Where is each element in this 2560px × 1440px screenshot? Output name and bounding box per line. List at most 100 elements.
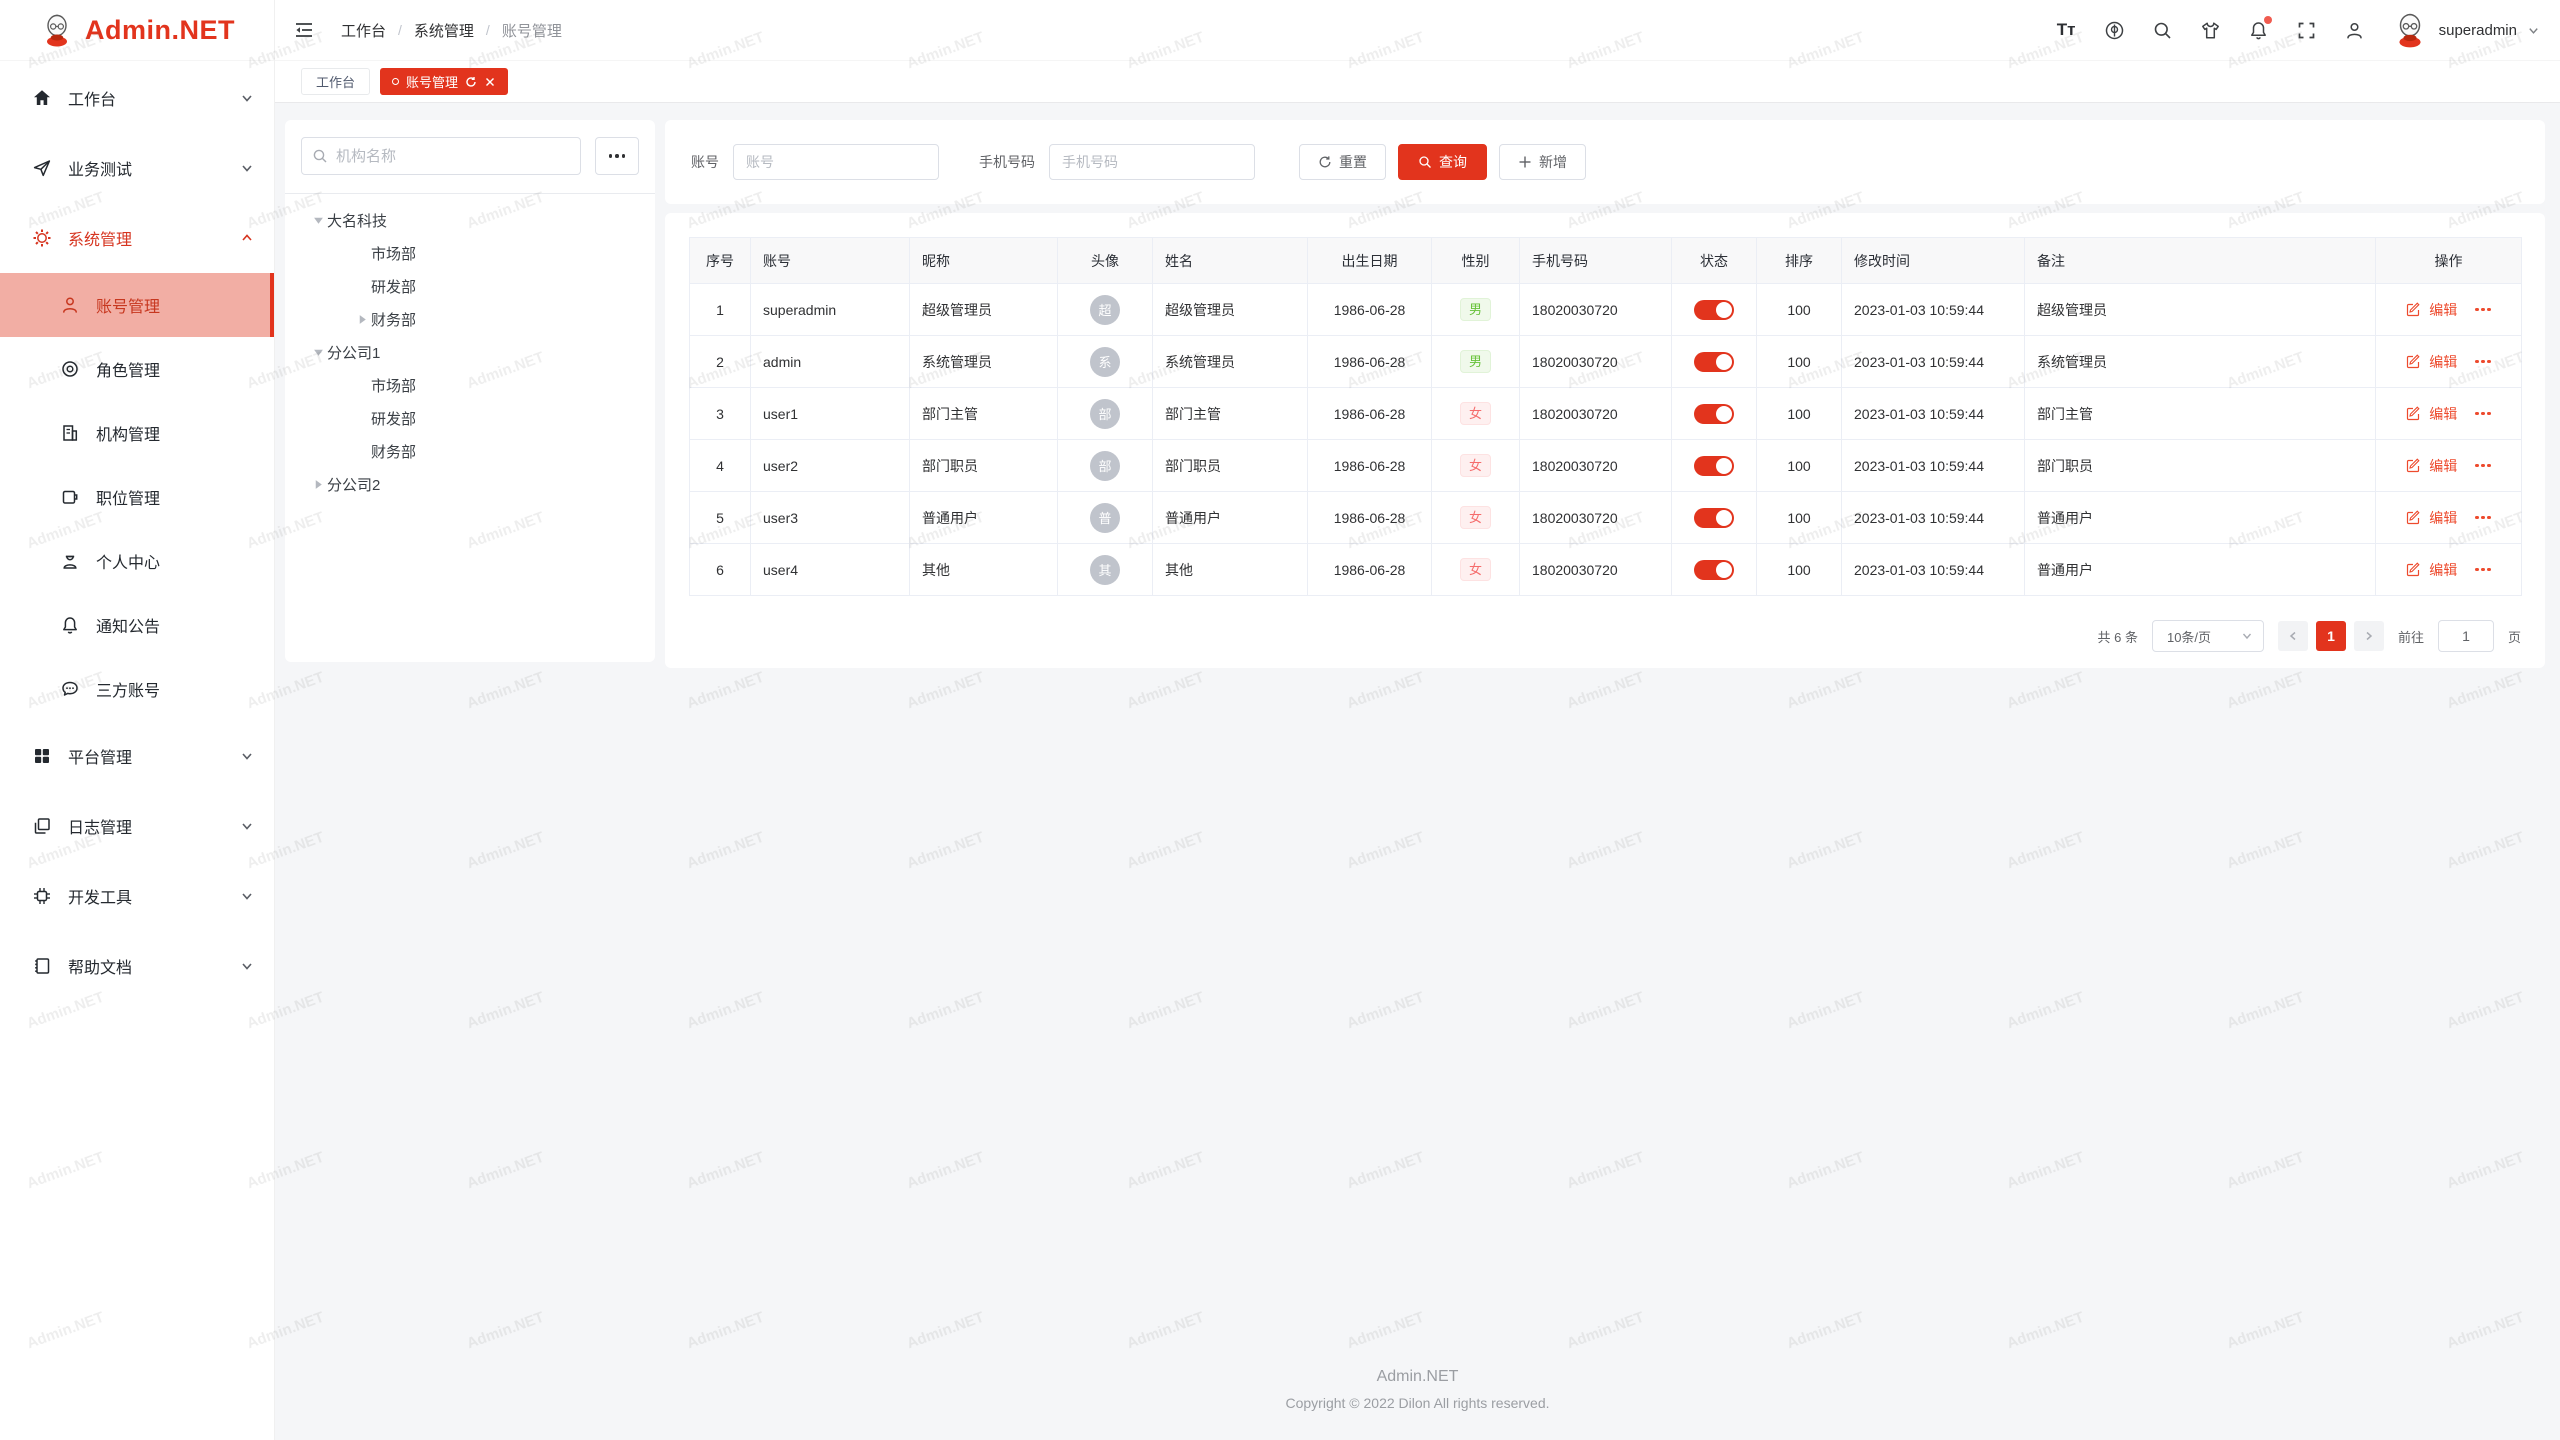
more-actions-icon[interactable]	[2475, 412, 2491, 416]
sidebar-item-third-party[interactable]: 三方账号	[0, 657, 274, 721]
more-actions-icon[interactable]	[2475, 568, 2491, 572]
col-header-remark: 备注	[2025, 238, 2376, 284]
sidebar-item-dev-tools[interactable]: 开发工具	[0, 861, 274, 931]
more-actions-icon[interactable]	[2475, 360, 2491, 364]
brand-logo[interactable]: Admin.NET	[0, 0, 274, 61]
table-row[interactable]: 6 user4 其他 其 其他 1986-06-28 女 18020030720…	[690, 544, 2522, 596]
cell-no: 1	[690, 284, 751, 336]
more-actions-icon[interactable]	[2475, 464, 2491, 468]
table-row[interactable]: 2 admin 系统管理员 系 系统管理员 1986-06-28 男 18020…	[690, 336, 2522, 388]
table-row[interactable]: 3 user1 部门主管 部 部门主管 1986-06-28 女 1802003…	[690, 388, 2522, 440]
font-size-icon[interactable]: Tт	[2056, 20, 2077, 41]
avatar-badge: 超	[1090, 295, 1120, 325]
cell-sort: 100	[1757, 440, 1842, 492]
tree-more-button[interactable]	[595, 137, 639, 175]
cell-modified: 2023-01-03 10:59:44	[1842, 388, 2025, 440]
menu-fold-icon[interactable]	[293, 19, 315, 41]
sidebar-item-position-mgmt[interactable]: 职位管理	[0, 465, 274, 529]
goto-label: 前往	[2398, 627, 2424, 646]
table-row[interactable]: 4 user2 部门职员 部 部门职员 1986-06-28 女 1802003…	[690, 440, 2522, 492]
cell-remark: 普通用户	[2025, 544, 2376, 596]
chevron-down-icon	[240, 889, 254, 903]
edit-link[interactable]: 编辑	[2429, 456, 2457, 476]
cell-nickname: 部门主管	[910, 388, 1058, 440]
breadcrumb-item[interactable]: 系统管理	[414, 20, 474, 41]
status-toggle[interactable]	[1694, 404, 1734, 424]
sidebar-item-workbench[interactable]: 工作台	[0, 63, 274, 133]
role-icon	[60, 359, 80, 379]
tab-label: 账号管理	[406, 72, 458, 91]
footer-copyright: Copyright © 2022 Dilon All rights reserv…	[275, 1395, 2560, 1411]
sidebar-item-label: 工作台	[68, 86, 240, 110]
col-header-modified: 修改时间	[1842, 238, 2025, 284]
goto-page-input[interactable]	[2438, 620, 2494, 652]
tree-node[interactable]: 财务部	[301, 435, 639, 468]
edit-link[interactable]: 编辑	[2429, 508, 2457, 528]
search-icon[interactable]	[2152, 20, 2173, 41]
notification-icon[interactable]	[2248, 20, 2269, 41]
next-page-button[interactable]	[2354, 621, 2384, 651]
org-search-input[interactable]	[336, 148, 570, 165]
edit-link[interactable]: 编辑	[2429, 560, 2457, 580]
tree-node[interactable]: 大名科技	[301, 204, 639, 237]
tree-node[interactable]: 研发部	[301, 402, 639, 435]
caret-collapsed-icon[interactable]	[309, 476, 327, 494]
tree-node[interactable]: 财务部	[301, 303, 639, 336]
status-toggle[interactable]	[1694, 508, 1734, 528]
more-actions-icon[interactable]	[2475, 516, 2491, 520]
account-input[interactable]	[733, 144, 939, 180]
more-actions-icon[interactable]	[2475, 308, 2491, 312]
fullscreen-icon[interactable]	[2296, 20, 2317, 41]
status-toggle[interactable]	[1694, 456, 1734, 476]
sidebar-item-platform-mgmt[interactable]: 平台管理	[0, 721, 274, 791]
breadcrumb-item[interactable]: 工作台	[341, 20, 386, 41]
tree-node[interactable]: 研发部	[301, 270, 639, 303]
tab-workbench[interactable]: 工作台	[301, 68, 370, 95]
sidebar-item-profile-center[interactable]: 个人中心	[0, 529, 274, 593]
phone-input[interactable]	[1049, 144, 1255, 180]
edit-link[interactable]: 编辑	[2429, 300, 2457, 320]
tab-account-mgmt[interactable]: 账号管理	[380, 68, 508, 95]
user-menu[interactable]: superadmin	[2391, 11, 2540, 49]
prev-page-button[interactable]	[2278, 621, 2308, 651]
query-button[interactable]: 查询	[1398, 144, 1487, 180]
tree-node[interactable]: 市场部	[301, 237, 639, 270]
tree-node[interactable]: 分公司2	[301, 468, 639, 501]
close-icon[interactable]	[484, 76, 496, 88]
sidebar-item-help-docs[interactable]: 帮助文档	[0, 931, 274, 1001]
sidebar-item-notice[interactable]: 通知公告	[0, 593, 274, 657]
caret-expanded-icon[interactable]	[309, 344, 327, 362]
status-toggle[interactable]	[1694, 560, 1734, 580]
avatar-badge: 系	[1090, 347, 1120, 377]
status-toggle[interactable]	[1694, 352, 1734, 372]
refresh-icon[interactable]	[465, 76, 477, 88]
notification-badge	[2264, 16, 2272, 24]
page-size-select[interactable]: 10条/页	[2152, 620, 2264, 652]
sidebar-item-account-mgmt[interactable]: 账号管理	[0, 273, 274, 337]
col-header-sort: 排序	[1757, 238, 1842, 284]
sidebar-item-system-mgmt[interactable]: 系统管理	[0, 203, 274, 273]
edit-icon	[2406, 510, 2421, 525]
caret-expanded-icon[interactable]	[309, 212, 327, 230]
sidebar-item-role-mgmt[interactable]: 角色管理	[0, 337, 274, 401]
cell-account: user2	[751, 440, 910, 492]
add-button[interactable]: 新增	[1499, 144, 1586, 180]
reset-button[interactable]: 重置	[1299, 144, 1386, 180]
sidebar-item-log-mgmt[interactable]: 日志管理	[0, 791, 274, 861]
theme-icon[interactable]	[2200, 20, 2221, 41]
profile-icon[interactable]	[2344, 20, 2365, 41]
edit-link[interactable]: 编辑	[2429, 404, 2457, 424]
status-toggle[interactable]	[1694, 300, 1734, 320]
sidebar-item-org-mgmt[interactable]: 机构管理	[0, 401, 274, 465]
language-icon[interactable]	[2104, 20, 2125, 41]
caret-collapsed-icon[interactable]	[353, 311, 371, 329]
tree-node-label: 市场部	[371, 243, 416, 264]
phone-label: 手机号码	[979, 152, 1035, 172]
edit-link[interactable]: 编辑	[2429, 352, 2457, 372]
sidebar-item-business-test[interactable]: 业务测试	[0, 133, 274, 203]
tree-node[interactable]: 市场部	[301, 369, 639, 402]
page-number-current[interactable]: 1	[2316, 621, 2346, 651]
table-row[interactable]: 5 user3 普通用户 普 普通用户 1986-06-28 女 1802003…	[690, 492, 2522, 544]
tree-node[interactable]: 分公司1	[301, 336, 639, 369]
table-row[interactable]: 1 superadmin 超级管理员 超 超级管理员 1986-06-28 男 …	[690, 284, 2522, 336]
